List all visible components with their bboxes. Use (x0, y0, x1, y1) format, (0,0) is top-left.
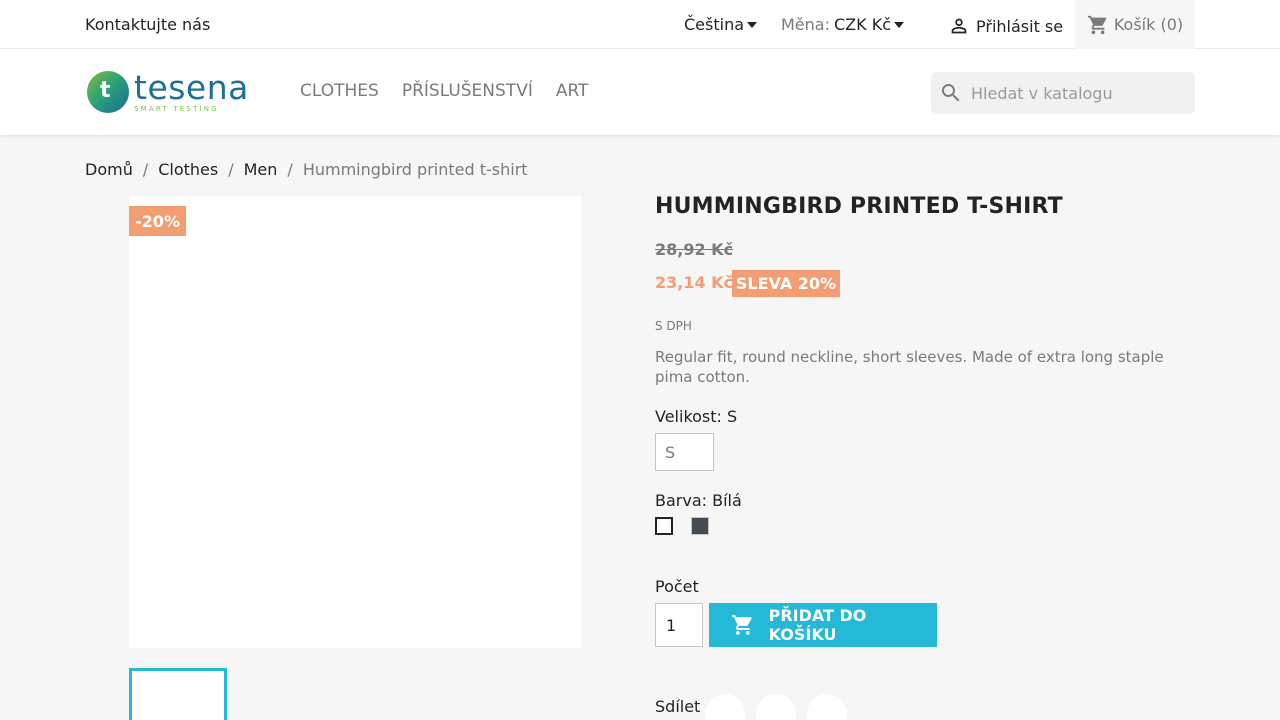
breadcrumb-home[interactable]: Domů (85, 160, 133, 179)
size-select[interactable]: S (655, 433, 714, 471)
logo-text: tesena SMART TESTING (134, 67, 249, 113)
cart-button[interactable]: Košík (0) (1075, 0, 1195, 49)
top-bar: Kontaktujte nás Čeština Měna: CZK Kč Při… (0, 0, 1280, 49)
nav-item-clothes[interactable]: CLOTHES (300, 81, 379, 101)
add-to-cart-button[interactable]: PŘIDAT DO KOŠÍKU (709, 603, 937, 647)
chevron-down-icon (747, 21, 758, 28)
quantity-label: Počet (655, 577, 699, 596)
site-logo[interactable]: t tesena SMART TESTING (87, 71, 249, 113)
tax-label: S DPH (655, 319, 692, 333)
nav-item-accessories[interactable]: PŘÍSLUŠENSTVÍ (402, 81, 533, 101)
pinterest-share-icon[interactable] (807, 694, 847, 720)
currency-selector[interactable]: Měna: CZK Kč (781, 15, 904, 34)
sale-badge: SLEVA 20% (732, 270, 840, 297)
breadcrumb-separator: / (228, 160, 234, 179)
product-cover-image[interactable] (129, 196, 581, 648)
cart-label: Košík (0) (1113, 15, 1184, 34)
login-label: Přihlásit se (976, 16, 1064, 36)
logo-tagline: SMART TESTING (134, 104, 219, 113)
twitter-share-icon[interactable] (756, 694, 796, 720)
contact-link[interactable]: Kontaktujte nás (85, 15, 210, 34)
currency-value: CZK Kč (833, 15, 891, 34)
main-nav: CLOTHES PŘÍSLUŠENSTVÍ ART (300, 81, 588, 101)
user-icon (951, 18, 967, 34)
login-link[interactable]: Přihlásit se (948, 15, 1063, 37)
breadcrumb-men[interactable]: Men (244, 160, 278, 179)
color-swatch-white[interactable] (655, 517, 673, 535)
language-selector[interactable]: Čeština (684, 15, 758, 34)
product-description: Regular fit, round neckline, short sleev… (655, 348, 1164, 386)
regular-price: 28,92 Kč (655, 240, 734, 259)
logo-name: tesena (134, 67, 249, 107)
color-label: Barva: Bílá (655, 491, 742, 510)
discount-flag: -20% (129, 206, 186, 236)
color-swatch-grey[interactable] (691, 517, 709, 535)
language-value: Čeština (684, 15, 745, 34)
size-label: Velikost: S (655, 407, 738, 426)
site-header: t tesena SMART TESTING CLOTHES PŘÍSLUŠEN… (0, 49, 1280, 135)
cart-icon (1087, 15, 1107, 34)
chevron-down-icon (893, 21, 904, 28)
breadcrumb-separator: / (287, 160, 293, 179)
share-label: Sdílet (655, 697, 701, 716)
search-icon[interactable] (939, 81, 963, 105)
quantity-input[interactable]: 1 (655, 603, 703, 647)
current-price: 23,14 Kč (655, 273, 734, 292)
breadcrumb-current: Hummingbird printed t-shirt (302, 160, 528, 179)
breadcrumb: Domů / Clothes / Men / Hummingbird print… (85, 160, 528, 179)
nav-item-art[interactable]: ART (556, 81, 589, 101)
currency-label: Měna: (781, 15, 830, 34)
facebook-share-icon[interactable] (705, 694, 745, 720)
product-thumbnail[interactable] (129, 668, 227, 720)
logo-icon: t (87, 71, 129, 113)
breadcrumb-separator: / (142, 160, 149, 179)
search-box (931, 72, 1195, 114)
cart-icon (731, 615, 752, 635)
product-title: HUMMINGBIRD PRINTED T-SHIRT (655, 194, 1063, 219)
search-input[interactable] (971, 83, 1181, 103)
add-to-cart-label: PŘIDAT DO KOŠÍKU (768, 606, 867, 644)
breadcrumb-clothes[interactable]: Clothes (158, 160, 218, 179)
